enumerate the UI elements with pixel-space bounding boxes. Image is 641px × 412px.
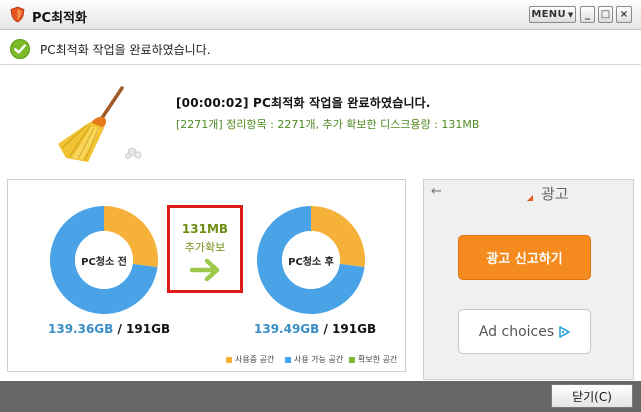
close-window-button[interactable]: × [616, 6, 632, 23]
disk-usage-panel: PC청소 전 131MB 추가확보 PC청소 후 139.36GB / 191G… [7, 179, 406, 372]
arrow-right-icon [190, 258, 220, 282]
menu-button[interactable]: MENU ▼ [529, 6, 576, 23]
summary-headline: [00:00:02] PC최적화 작업을 완료하였습니다. [176, 96, 431, 110]
gain-amount: 131MB [181, 222, 229, 236]
minimize-icon: _ [585, 9, 590, 20]
back-arrow-icon[interactable]: ← [431, 184, 442, 199]
status-banner: PC최적화 작업을 완료하였습니다. [0, 31, 641, 65]
legend-label-used: 사용중 공간 [235, 355, 275, 364]
legend-used: 사용중 공간 [226, 354, 274, 365]
donut-label-before: PC청소 전 [81, 257, 127, 268]
report-ad-button[interactable]: 광고 신고하기 [458, 235, 591, 280]
minimize-button[interactable]: _ [580, 6, 595, 23]
legend-label-gained: 확보한 공간 [358, 355, 398, 364]
maximize-button[interactable]: □ [598, 6, 613, 23]
ad-choices-label: Ad choices [478, 323, 555, 340]
ad-corner-icon [527, 195, 533, 201]
check-circle-icon [10, 39, 30, 59]
gain-box: 131MB 추가확보 [167, 205, 243, 293]
caption-before: 139.36GB / 191GB [48, 322, 170, 336]
legend-swatch-used [226, 356, 232, 363]
footer-bar: 닫기(C) [0, 381, 641, 412]
close-dialog-button[interactable]: 닫기(C) [551, 384, 633, 408]
maximize-icon: □ [600, 9, 611, 20]
summary-detail: [2271개] 정리항목 : 2271개, 추가 확보한 디스크용량 : 131… [176, 118, 480, 131]
ad-choices-button[interactable]: Ad choices [458, 309, 591, 354]
ad-title: 광고 [541, 185, 569, 203]
donut-label-after: PC청소 후 [288, 257, 334, 268]
legend-swatch-free [285, 356, 291, 363]
caption-after: 139.49GB / 191GB [254, 322, 376, 336]
legend-free: 사용 가능 공간 [285, 354, 343, 365]
app-shield-icon [10, 6, 25, 23]
total-value-after: / 191GB [323, 322, 377, 336]
close-icon: × [619, 9, 629, 20]
legend-swatch-gained [349, 356, 355, 363]
gain-label: 추가확보 [184, 241, 226, 254]
title-bar: PC최적화 MENU ▼ _ □ × [0, 0, 641, 30]
window-title: PC최적화 [32, 11, 87, 26]
legend-gained: 확보한 공간 [349, 354, 397, 365]
broom-icon [58, 86, 142, 162]
chevron-down-icon: ▼ [567, 10, 574, 19]
total-value-before: / 191GB [117, 322, 171, 336]
used-value-after: 139.49GB [254, 322, 320, 336]
used-value-before: 139.36GB [48, 322, 114, 336]
menu-label: MENU [531, 9, 566, 20]
status-message: PC최적화 작업을 완료하였습니다. [40, 43, 211, 57]
legend-label-free: 사용 가능 공간 [294, 355, 344, 364]
ad-choices-icon [559, 325, 570, 338]
ad-panel: ← 광고 광고 신고하기 Ad choices [423, 179, 634, 380]
